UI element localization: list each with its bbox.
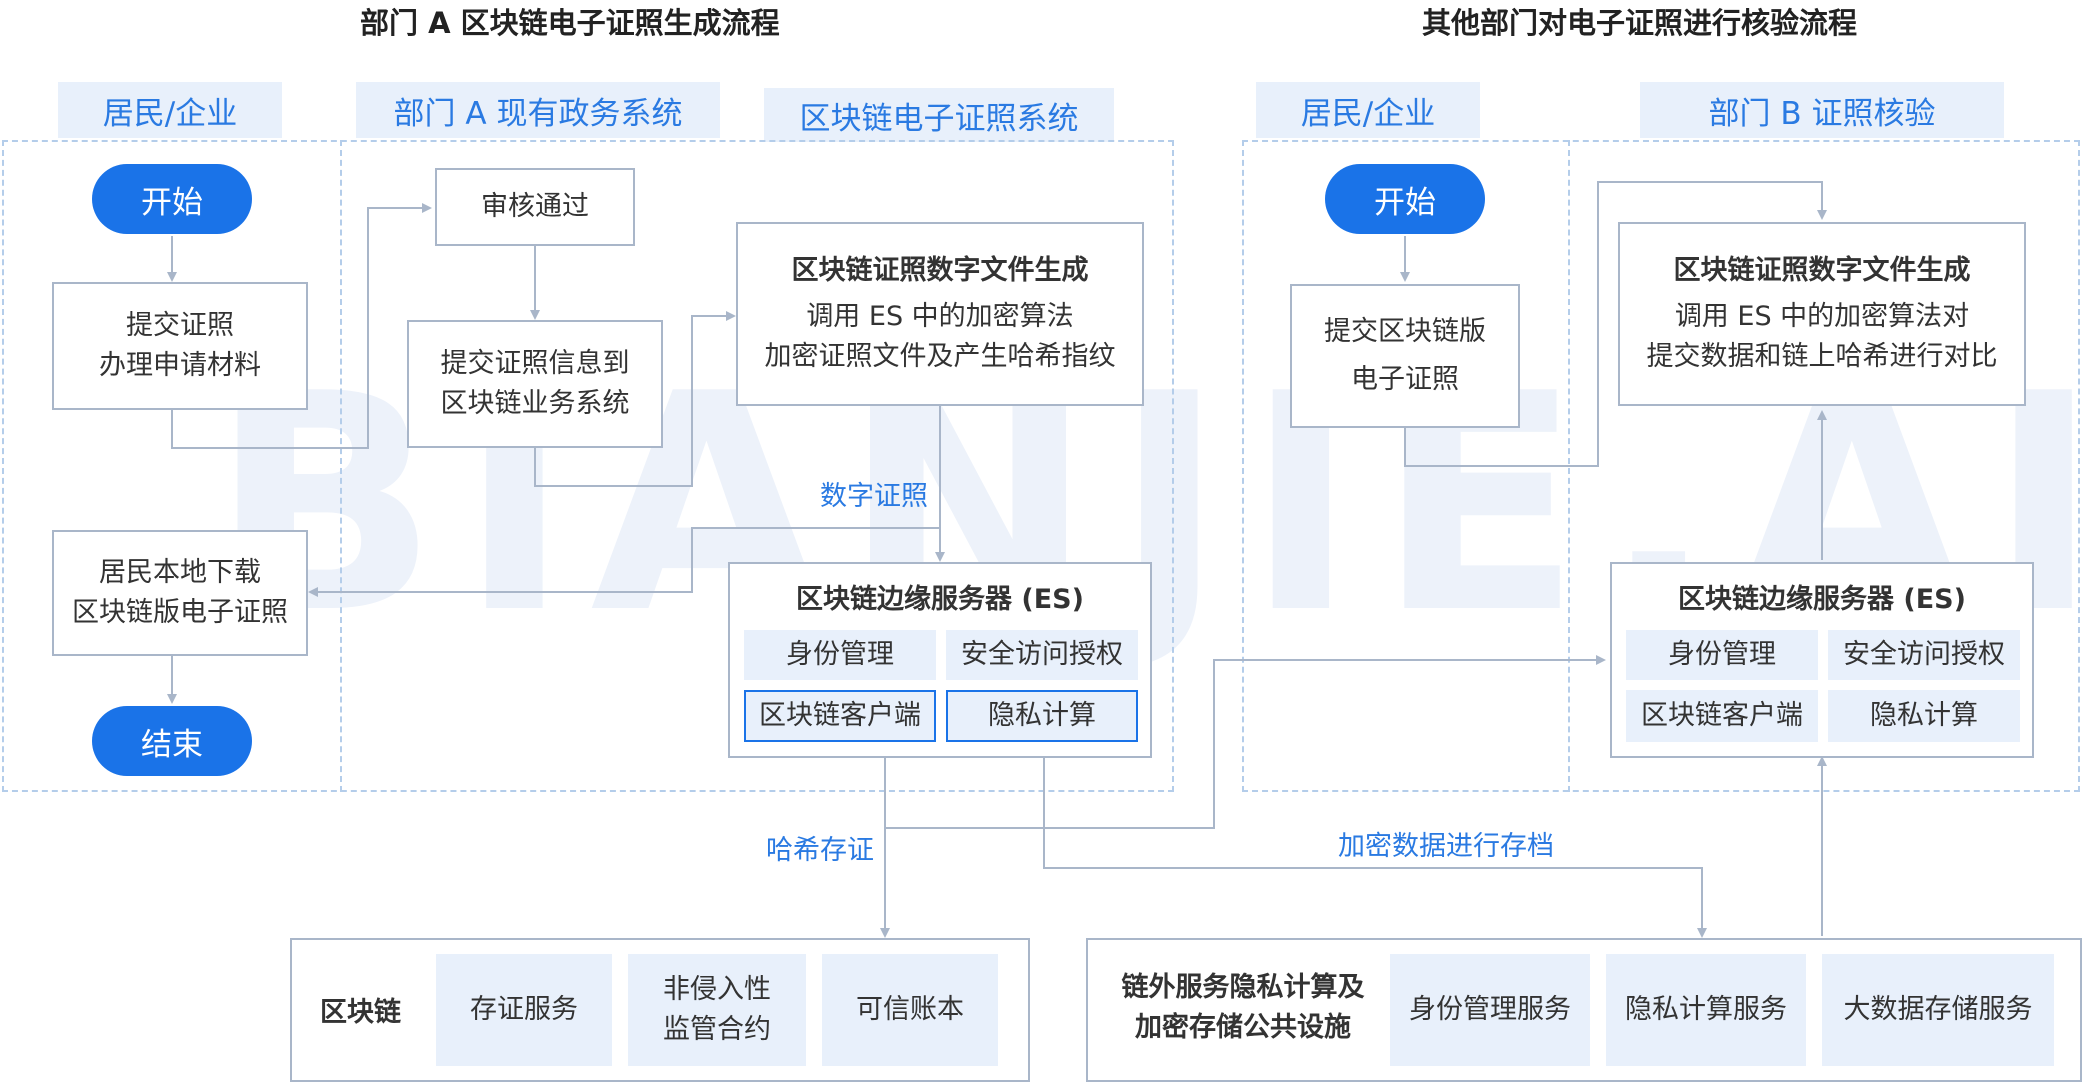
es-b-access: 安全访问授权: [1828, 630, 2020, 680]
digital-file-gen-title-a: 区块链证照数字文件生成: [791, 255, 1089, 286]
download-cert-line1: 居民本地下载: [99, 557, 261, 588]
privacy-compute-service-cell: 隐私计算服务: [1606, 954, 1806, 1066]
submit-chain-cert-box: 提交区块链版 电子证照: [1290, 284, 1520, 428]
regulatory-contract-cell: 非侵入性 监管合约: [628, 954, 806, 1066]
es-a-identity: 身份管理: [744, 630, 936, 680]
regulatory-contract-line2: 监管合约: [663, 1014, 771, 1045]
download-cert-line2: 区块链版电子证照: [72, 597, 288, 628]
start-node-b: 开始: [1325, 164, 1485, 234]
digital-file-gen-line1-b: 调用 ES 中的加密算法对: [1674, 301, 1970, 332]
digital-file-gen-line1-a: 调用 ES 中的加密算法: [806, 301, 1074, 332]
es-b-identity: 身份管理: [1626, 630, 1818, 680]
start-node-a: 开始: [92, 164, 252, 234]
blockchain-panel-title: 区块链: [320, 997, 401, 1028]
digital-file-gen-line2-b: 提交数据和链上哈希进行对比: [1646, 341, 1998, 372]
submit-materials-line2: 办理申请材料: [99, 350, 261, 381]
evidence-service-cell: 存证服务: [436, 954, 612, 1066]
edge-server-title-b: 区块链边缘服务器 (ES): [1678, 584, 1966, 615]
submit-materials-line1: 提交证照: [126, 310, 234, 341]
es-b-privacy: 隐私计算: [1828, 690, 2020, 742]
bigdata-storage-service-cell: 大数据存储服务: [1822, 954, 2054, 1066]
submit-info-line1: 提交证照信息到: [440, 348, 630, 379]
es-b-chain-client: 区块链客户端: [1626, 690, 1818, 742]
submit-info-line2: 区块链业务系统: [440, 388, 630, 419]
connector-lines: [167, 181, 1827, 938]
submit-materials-box: 提交证照 办理申请材料: [52, 282, 308, 410]
regulatory-contract-line1: 非侵入性: [663, 974, 771, 1005]
edge-server-title-a: 区块链边缘服务器 (ES): [796, 584, 1084, 615]
digital-file-gen-line2-a: 加密证照文件及产生哈希指纹: [764, 341, 1116, 372]
es-a-access: 安全访问授权: [946, 630, 1138, 680]
approve-box: 审核通过: [435, 168, 635, 246]
submit-chain-cert-line1: 提交区块链版: [1324, 316, 1486, 347]
trusted-ledger-cell: 可信账本: [822, 954, 998, 1066]
digital-file-gen-box-b: 区块链证照数字文件生成 调用 ES 中的加密算法对 提交数据和链上哈希进行对比: [1618, 222, 2026, 406]
encrypted-archive-label: 加密数据进行存档: [1338, 831, 1554, 862]
hash-storage-label: 哈希存证: [766, 835, 874, 866]
digital-cert-label: 数字证照: [820, 481, 928, 512]
submit-info-box: 提交证照信息到 区块链业务系统: [407, 320, 663, 448]
digital-file-gen-title-b: 区块链证照数字文件生成: [1673, 255, 1971, 286]
submit-chain-cert-line2: 电子证照: [1351, 364, 1459, 395]
es-a-privacy: 隐私计算: [946, 690, 1138, 742]
digital-file-gen-box-a: 区块链证照数字文件生成 调用 ES 中的加密算法 加密证照文件及产生哈希指纹: [736, 222, 1144, 406]
offchain-title-line1: 链外服务隐私计算及: [1121, 972, 1365, 1003]
download-cert-box: 居民本地下载 区块链版电子证照: [52, 530, 308, 656]
end-node: 结束: [92, 706, 252, 776]
identity-service-cell: 身份管理服务: [1390, 954, 1590, 1066]
es-a-chain-client: 区块链客户端: [744, 690, 936, 742]
offchain-title-line2: 加密存储公共设施: [1135, 1012, 1351, 1043]
offchain-panel-title: 链外服务隐私计算及 加密存储公共设施: [1108, 968, 1378, 1048]
